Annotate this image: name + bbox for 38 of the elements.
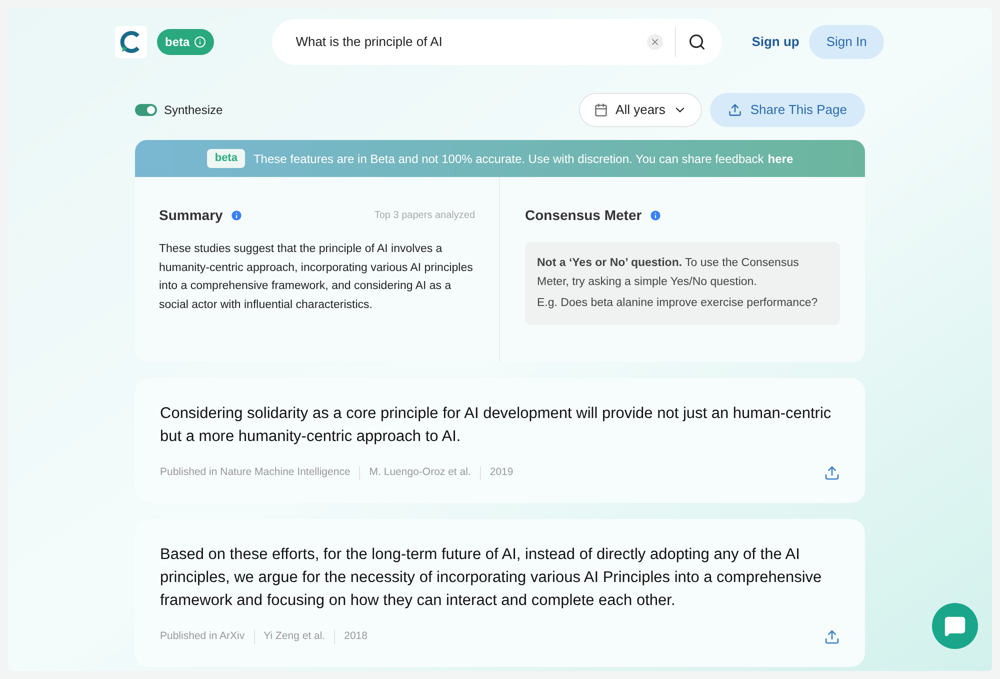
search-icon[interactable] (688, 33, 706, 51)
info-icon[interactable] (648, 209, 662, 222)
result-claim: Considering solidarity as a core principle for AI development will provide not just an human-centric but a more humanity-centric approach to AI. (160, 404, 832, 447)
info-icon (194, 36, 206, 48)
banner-text: These features are in Beta and not 100% accurate. Use with discretion. You can share feedback (253, 150, 764, 168)
result-claim: Based on these efforts, for the long-term future of AI, instead of directly adopting any of the AI principles, we argue for the necessity of incorporating various AI Principles into a comprehensive framework and focusing on how they can interact and complete each other. (160, 545, 823, 611)
journal-text: Published in ArXiv (160, 629, 245, 644)
search-input[interactable]: What is the principle of AI (296, 32, 647, 52)
share-icon[interactable] (824, 629, 840, 645)
info-icon[interactable] (230, 209, 243, 222)
share-page-button[interactable]: Share This Page (710, 93, 865, 127)
clear-icon[interactable] (646, 34, 663, 50)
journal-text: Published in Nature Machine Intelligence (160, 465, 350, 480)
logo-icon[interactable] (115, 26, 147, 58)
papers-note: Top 3 papers analyzed (374, 209, 475, 223)
consensus-example: E.g. Does beta alanine improve exercise performance? (537, 296, 819, 311)
chat-button[interactable] (932, 603, 978, 649)
result-card[interactable] (135, 378, 865, 503)
beta-badge: beta (206, 149, 246, 168)
sign-in-button[interactable]: Sign In (809, 25, 884, 59)
sign-up-link[interactable]: Sign up (752, 32, 800, 52)
authors-text: M. Luengo-Oroz et al. (369, 465, 471, 480)
consensus-title: Consensus Meter (525, 206, 642, 225)
synthesize-label: Synthesize (164, 102, 223, 119)
summary-text: These studies suggest that the principle of AI involves a humanity-centric approach, incorporating various AI principles into a comprehensive framework, and considering AI as a social actor with influential characteristics. (159, 242, 474, 312)
search-field[interactable]: What is the principle of AI (272, 19, 722, 65)
calendar-icon (594, 103, 608, 117)
summary-title: Summary (159, 206, 223, 225)
consensus-message: Not a ‘Yes or No’ question. To use the Consensus Meter, try asking a simple Yes/No question. (537, 256, 800, 290)
upload-icon (728, 103, 742, 117)
year-text: 2018 (344, 629, 368, 644)
synthesize-toggle[interactable] (135, 104, 157, 116)
year-text: 2019 (490, 465, 514, 480)
share-icon[interactable] (824, 465, 840, 481)
years-dropdown[interactable]: All years (578, 93, 702, 127)
authors-text: Yi Zeng et al. (264, 629, 326, 644)
chat-icon (944, 615, 966, 637)
result-card[interactable] (135, 519, 865, 667)
